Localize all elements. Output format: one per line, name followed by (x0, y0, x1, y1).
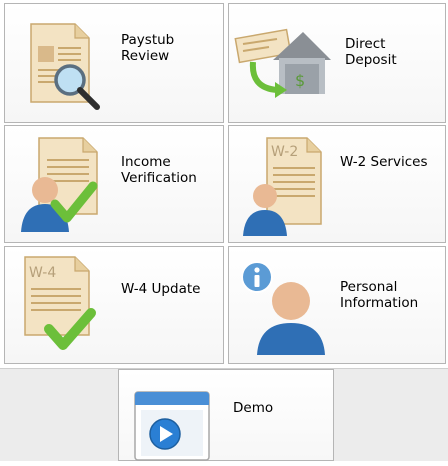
direct-deposit-tile[interactable]: $ Direct Deposit (228, 3, 446, 123)
income-verification-label: Income Verification (121, 154, 197, 186)
personal-information-label: Personal Information (340, 279, 419, 311)
paystub-magnifier-icon (21, 16, 111, 115)
income-verification-tile[interactable]: Income Verification (4, 125, 224, 243)
paystub-review-label: Paystub Review (121, 32, 175, 64)
w2-services-tile[interactable]: W-2 W-2 Services (228, 125, 446, 243)
paystub-review-tile[interactable]: Paystub Review (4, 3, 224, 123)
personal-information-tile[interactable]: Personal Information (228, 246, 446, 364)
menu-grid: Paystub Review $ Direct Deposit Income V… (0, 0, 448, 461)
video-play-icon (133, 390, 213, 466)
w4-form-check-icon: W-4 (19, 253, 109, 361)
demo-label: Demo (233, 400, 274, 416)
w2-services-label: W-2 Services (340, 154, 428, 170)
w4-form-tag: W-4 (29, 265, 56, 281)
w2-form-tag: W-2 (271, 144, 298, 160)
w4-update-tile[interactable]: W-4 W-4 Update (4, 246, 224, 364)
demo-tile[interactable]: Demo (118, 369, 334, 461)
user-info-icon (237, 253, 333, 361)
w4-update-label: W-4 Update (121, 281, 201, 297)
svg-text:$: $ (295, 71, 305, 90)
check-to-bank-icon: $ (233, 20, 335, 114)
direct-deposit-label: Direct Deposit (345, 36, 397, 68)
user-document-check-icon (15, 134, 115, 238)
w2-form-user-icon: W-2 (241, 134, 331, 242)
